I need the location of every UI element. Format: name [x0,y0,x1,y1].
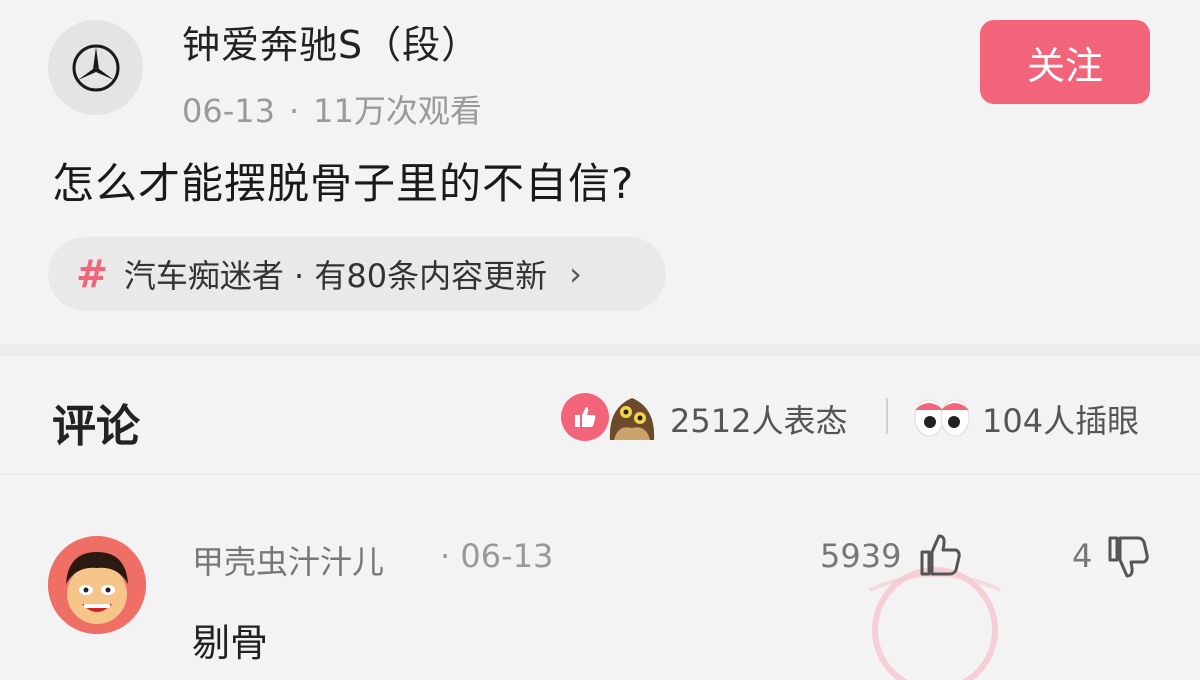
thumbs-up-reaction-icon [561,393,609,441]
mercedes-logo-icon [72,44,119,91]
view-count: 11万次观看 [313,92,482,130]
eyes-icon [914,399,970,437]
topic-chip[interactable]: # 汽车痴迷者 · 有80条内容更新 › [48,237,666,311]
thumbs-up-icon[interactable] [916,530,964,578]
post-title: 怎么才能摆脱骨子里的不自信? [52,159,635,208]
author-name[interactable]: 钟爱奔驰S（段） [182,14,480,69]
vertical-separator [886,398,888,434]
comment-dislike-count: 4 [1072,537,1093,575]
section-divider [0,344,1200,356]
post-date: 06-13 [182,92,275,130]
commenter-avatar[interactable] [48,536,146,634]
comment-like-count: 5939 [820,537,902,575]
comment-date: · 06-13 [440,537,554,575]
divider-line [0,474,1200,475]
hash-icon: # [76,252,108,296]
thumbs-down-icon[interactable] [1104,534,1152,582]
meta-separator: · [288,92,300,130]
post-meta: 06-13 · 11万次观看 [182,86,482,132]
follow-button[interactable]: 关注 [980,20,1150,104]
commenter-name[interactable]: 甲壳虫汁汁儿 [192,537,384,583]
author-avatar[interactable] [48,20,143,115]
reactions-count[interactable]: 2512人表态 [670,396,847,442]
featured-stamp-icon [869,567,1001,680]
comment-text: 剔骨 [192,621,269,665]
chevron-right-icon: › [569,255,582,293]
owl-reaction-icon [609,398,655,440]
peek-count[interactable]: 104人插眼 [982,396,1139,442]
topic-text: 汽车痴迷者 · 有80条内容更新 [123,257,548,295]
comments-title: 评论 [52,401,140,452]
